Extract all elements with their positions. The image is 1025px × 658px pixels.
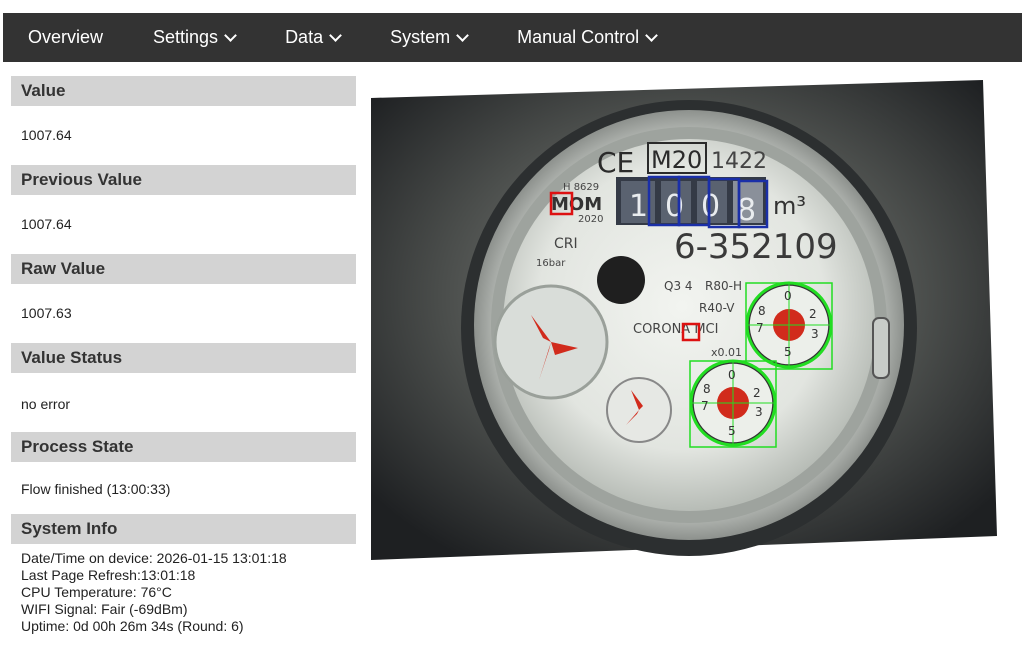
system-info-wifi: WIFI Signal: Fair (-69dBm)	[21, 601, 188, 617]
nav-settings-label: Settings	[153, 27, 219, 47]
dial-digit: 3	[755, 405, 763, 419]
gear-wheel	[597, 256, 645, 304]
meter-side-clip	[872, 317, 890, 379]
system-info-cpu-temp: CPU Temperature: 76°C	[21, 584, 172, 600]
nav-data[interactable]: Data	[260, 13, 365, 62]
r-v-label: R40-V	[699, 301, 735, 315]
nav-overview-label: Overview	[28, 27, 104, 47]
nav-system[interactable]: System	[365, 13, 492, 62]
value-heading: Value	[11, 76, 356, 106]
system-info-uptime: Uptime: 0d 00h 26m 34s (Round: 6)	[21, 618, 244, 634]
corona-label: CORONA MCI	[633, 322, 718, 337]
ce-marking: CE	[597, 146, 634, 179]
counter-digit-1: 1	[629, 189, 648, 224]
dial-digit: 3	[811, 327, 819, 341]
chevron-down-icon	[224, 28, 237, 42]
system-info-list: Date/Time on device: 2026-01-15 13:01:18…	[11, 544, 356, 635]
raw-value-heading: Raw Value	[11, 254, 356, 284]
counter-digit-3: 0	[701, 189, 720, 224]
nav-manual-control[interactable]: Manual Control	[492, 13, 681, 62]
dial-digit: 0	[784, 289, 792, 303]
serial-number: 6-352109	[674, 227, 838, 267]
system-info-last-refresh: Last Page Refresh:13:01:18	[21, 567, 196, 583]
dial-digit: 7	[701, 399, 709, 413]
status-panel: Value 1007.64 Previous Value 1007.64 Raw…	[11, 76, 356, 635]
cr-label: CRI	[554, 236, 578, 252]
brand-year-text: 2020	[578, 214, 603, 225]
nav-system-label: System	[390, 27, 451, 47]
raw-value-text: 1007.63	[21, 305, 72, 321]
nav-data-label: Data	[285, 27, 324, 47]
year-code-marking: 1422	[711, 149, 767, 174]
chevron-down-icon	[645, 28, 659, 42]
model-marking: M20	[651, 146, 702, 174]
dial-digit: 5	[784, 345, 792, 359]
process-state-heading: Process State	[11, 432, 356, 462]
dial-digit: 8	[758, 304, 766, 318]
pressure-label: 16bar	[536, 258, 566, 269]
meter-camera-image: CE M20 1422 H 8629 MOM 2020 CRI 16bar 1 …	[371, 80, 997, 560]
counter-digit-2: 0	[665, 189, 684, 224]
meter-image-svg: CE M20 1422 H 8629 MOM 2020 CRI 16bar 1 …	[371, 80, 997, 560]
value-status-text: no error	[21, 396, 71, 412]
dial-digit: 2	[809, 307, 817, 321]
nav-overview[interactable]: Overview	[3, 13, 128, 62]
chevron-down-icon	[456, 28, 469, 42]
r-h-label: R80-H	[705, 279, 742, 293]
brand-text: MOM	[551, 194, 602, 215]
system-info-heading: System Info	[11, 514, 356, 544]
system-info-datetime: Date/Time on device: 2026-01-15 13:01:18	[21, 550, 287, 566]
dial-factor-label: x0.01	[711, 346, 742, 359]
top-navigation: Overview Settings Data System Manual Con…	[3, 13, 1022, 62]
chevron-down-icon	[329, 28, 342, 42]
unit-label: m³	[773, 192, 806, 220]
dial-digit: 7	[756, 321, 764, 335]
dial-digit: 2	[753, 386, 761, 400]
dial-digit: 8	[703, 382, 711, 396]
previous-value-text: 1007.64	[21, 216, 72, 232]
nav-settings[interactable]: Settings	[128, 13, 260, 62]
previous-value-heading: Previous Value	[11, 165, 356, 195]
brand-small-text: H 8629	[563, 182, 599, 193]
value-text: 1007.64	[21, 127, 72, 143]
nav-manual-control-label: Manual Control	[517, 27, 640, 47]
value-status-heading: Value Status	[11, 343, 356, 373]
dial-digit: 5	[728, 424, 736, 438]
q3-label: Q3 4	[664, 279, 693, 293]
process-state-text: Flow finished (13:00:33)	[21, 481, 171, 497]
dial-digit: 0	[728, 368, 736, 382]
